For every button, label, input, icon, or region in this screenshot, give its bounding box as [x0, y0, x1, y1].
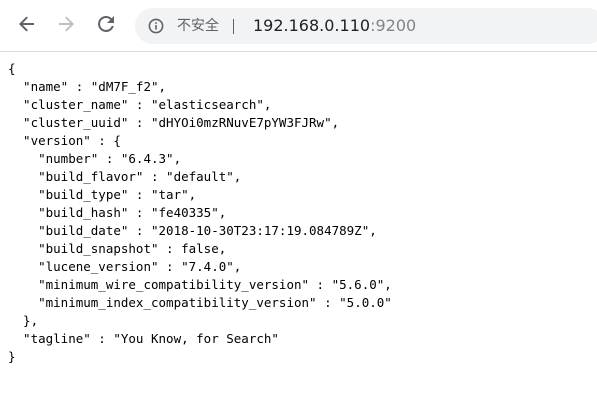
json-line: "cluster_name" : "elasticsearch",	[8, 97, 272, 112]
back-arrow-icon	[19, 16, 34, 32]
json-line: "tagline" : "You Know, for Search"	[8, 331, 279, 346]
security-status-label[interactable]: 不安全	[177, 8, 219, 44]
json-line: "minimum_wire_compatibility_version" : "…	[8, 277, 392, 292]
url-text[interactable]: 192.168.0.110:9200	[253, 8, 416, 44]
reload-button[interactable]	[92, 10, 120, 38]
json-line: {	[8, 61, 16, 76]
json-line: "cluster_uuid" : "dHYOi0mzRNuvE7pYW3FJRw…	[8, 115, 340, 130]
json-line: "number" : "6.4.3",	[8, 151, 182, 166]
back-button[interactable]	[13, 10, 41, 38]
json-line: "lucene_version" : "7.4.0",	[8, 259, 242, 274]
forward-arrow-icon	[59, 16, 74, 32]
browser-toolbar: 不安全 192.168.0.110:9200	[0, 0, 597, 52]
json-line: "build_hash" : "fe40335",	[8, 205, 227, 220]
json-response: { "name" : "dM7F_f2", "cluster_name" : "…	[8, 60, 593, 366]
page-content: { "name" : "dM7F_f2", "cluster_name" : "…	[8, 60, 593, 366]
json-line: "build_date" : "2018-10-30T23:17:19.0847…	[8, 223, 377, 238]
address-bar[interactable]: 不安全 192.168.0.110:9200	[135, 8, 597, 44]
json-line: }	[8, 349, 16, 364]
info-icon[interactable]	[148, 18, 164, 34]
url-host: 192.168.0.110	[253, 16, 371, 35]
separator	[233, 19, 234, 34]
json-line: },	[8, 313, 39, 328]
json-line: "build_flavor" : "default",	[8, 169, 242, 184]
json-line: "build_snapshot" : false,	[8, 241, 227, 256]
json-line: "build_type" : "tar",	[8, 187, 197, 202]
url-port: :9200	[370, 16, 417, 35]
reload-icon	[98, 15, 114, 32]
forward-button[interactable]	[52, 10, 80, 38]
json-line: "name" : "dM7F_f2",	[8, 79, 167, 94]
json-line: "minimum_index_compatibility_version" : …	[8, 295, 392, 310]
json-line: "version" : {	[8, 133, 121, 148]
